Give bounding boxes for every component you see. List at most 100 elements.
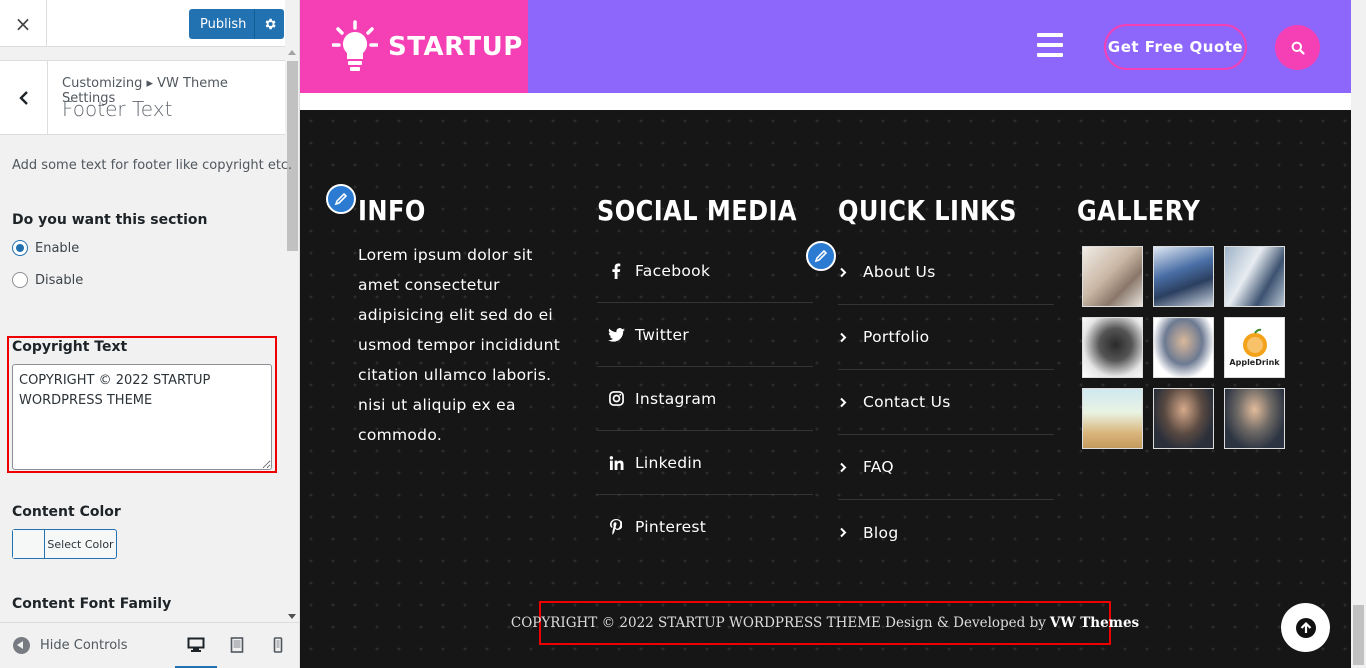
arrow-up-circle-icon: [1295, 617, 1316, 638]
customizer-footer: Hide Controls: [0, 622, 299, 668]
back-button[interactable]: [0, 61, 48, 134]
edit-shortcut-button[interactable]: [806, 241, 836, 271]
radio-enable-label: Enable: [35, 240, 80, 256]
gallery-thumb-appledrink[interactable]: AppleDrink: [1224, 317, 1285, 378]
info-title: INFO: [358, 194, 426, 227]
gallery-thumb-portrait[interactable]: [1082, 317, 1143, 378]
social-link-linkedin[interactable]: Linkedin: [597, 431, 813, 495]
quick-link-label: Portfolio: [863, 328, 930, 346]
copyright-text: COPYRIGHT © 2022 STARTUP WORDPRESS THEME…: [510, 615, 1046, 631]
font-family-label: Content Font Family: [12, 596, 172, 612]
quick-link-blog[interactable]: Blog: [838, 500, 1054, 565]
quick-link-contact-us[interactable]: Contact Us: [838, 370, 1054, 435]
publish-label: Publish: [200, 16, 247, 32]
section-header: Customizing ▸ VW Theme Settings Footer T…: [0, 60, 285, 135]
info-text: Lorem ipsum dolor sit amet consectetur a…: [358, 246, 561, 444]
show-section-label: Do you want this section: [12, 212, 208, 228]
get-free-quote-button[interactable]: Get Free Quote: [1104, 24, 1247, 70]
tablet-icon: [230, 637, 244, 653]
gallery-thumb-team[interactable]: [1153, 246, 1214, 307]
instagram-icon: [603, 391, 629, 406]
copyright-text-label: Copyright Text: [12, 339, 128, 355]
footer-copyright: COPYRIGHT © 2022 STARTUP WORDPRESS THEME…: [511, 601, 1139, 645]
content-color-label: Content Color: [12, 504, 121, 520]
customizer-sidebar: × Publish Customizing ▸ VW Theme Setting…: [0, 0, 300, 668]
social-label: Pinterest: [635, 518, 707, 536]
gallery-thumb-icecream[interactable]: [1082, 388, 1143, 449]
radio-disable-label: Disable: [35, 272, 84, 288]
chevron-left-icon: [18, 90, 28, 105]
social-media-title: SOCIAL MEDIA: [597, 194, 797, 227]
radio-disable[interactable]: Disable: [12, 272, 83, 288]
site-logo[interactable]: STARTUP: [300, 0, 528, 93]
quick-link-about-us[interactable]: About Us: [838, 240, 1054, 305]
radio-enable-circle[interactable]: [12, 240, 28, 256]
gallery-thumb-meeting[interactable]: [1082, 246, 1143, 307]
preview-scrollbar[interactable]: [1351, 0, 1366, 668]
social-label: Linkedin: [635, 453, 703, 472]
linkedin-icon: [603, 455, 629, 470]
sidebar-scroll-thumb[interactable]: [287, 61, 298, 251]
social-link-pinterest[interactable]: Pinterest: [597, 495, 813, 559]
social-label: Facebook: [635, 261, 711, 280]
social-label: Twitter: [635, 325, 690, 344]
radio-enable[interactable]: Enable: [12, 240, 79, 256]
chevron-right-icon: [839, 267, 847, 278]
quick-link-faq[interactable]: FAQ: [838, 435, 1054, 500]
social-link-facebook[interactable]: Facebook: [597, 239, 813, 303]
gear-icon[interactable]: [254, 9, 284, 39]
customizer-top-bar: × Publish: [0, 0, 285, 47]
site-preview: STARTUP Get Free Quote INFO Lorem ipsum …: [300, 0, 1351, 668]
appledrink-logo-text: AppleDrink: [1229, 358, 1280, 367]
social-link-twitter[interactable]: Twitter: [597, 303, 813, 367]
quick-link-label: About Us: [863, 263, 936, 281]
gallery-thumb-businessman[interactable]: [1153, 317, 1214, 378]
edit-shortcut-button[interactable]: [326, 184, 356, 214]
tablet-preview-button[interactable]: [227, 635, 247, 655]
quick-link-label: Blog: [863, 523, 899, 542]
select-color-button[interactable]: Select Color: [12, 529, 117, 559]
quick-links-title: QUICK LINKS: [838, 194, 1017, 227]
publish-button[interactable]: Publish: [189, 9, 284, 39]
quick-link-label: Contact Us: [863, 393, 951, 411]
scroll-up-arrow[interactable]: [288, 50, 296, 55]
hamburger-menu-button[interactable]: [1037, 33, 1063, 57]
desktop-icon: [187, 637, 205, 652]
quick-link-label: FAQ: [863, 458, 894, 476]
scroll-down-arrow[interactable]: [288, 614, 296, 619]
menu-bar: [1037, 43, 1063, 47]
social-link-instagram[interactable]: Instagram: [597, 367, 813, 431]
color-swatch: [13, 530, 45, 558]
radio-disable-circle[interactable]: [12, 272, 28, 288]
desktop-preview-button[interactable]: [186, 635, 206, 655]
select-color-label: Select Color: [47, 537, 114, 551]
gallery-thumb-handshake[interactable]: [1224, 246, 1285, 307]
mobile-preview-button[interactable]: [268, 635, 288, 655]
copyright-textarea[interactable]: COPYRIGHT © 2022 STARTUP WORDPRESS THEME: [12, 364, 272, 470]
site-footer: INFO Lorem ipsum dolor sit amet consecte…: [300, 110, 1351, 668]
chevron-right-icon: [839, 462, 847, 473]
gallery-thumb-smiling-man[interactable]: [1153, 388, 1214, 449]
close-customizer-button[interactable]: ×: [0, 0, 47, 47]
preview-scroll-thumb[interactable]: [1353, 605, 1364, 665]
back-to-top-button[interactable]: [1281, 603, 1330, 652]
pinterest-icon: [603, 519, 629, 535]
menu-bar: [1037, 53, 1063, 57]
hide-controls-button[interactable]: Hide Controls: [13, 637, 128, 654]
search-button[interactable]: [1275, 25, 1320, 70]
pencil-icon: [334, 192, 348, 206]
vw-themes-link[interactable]: VW Themes: [1050, 615, 1139, 631]
chevron-right-icon: [839, 397, 847, 408]
chevron-right-icon: [839, 527, 847, 538]
sidebar-scrollbar[interactable]: [285, 47, 299, 622]
section-description: Add some text for footer like copyright …: [12, 158, 293, 173]
quick-link-portfolio[interactable]: Portfolio: [838, 305, 1054, 370]
menu-bar: [1037, 33, 1063, 37]
logo-text: STARTUP: [388, 31, 523, 62]
section-title: Footer Text: [62, 97, 173, 121]
lightbulb-icon: [332, 19, 378, 71]
gallery-thumb-suit-man[interactable]: [1224, 388, 1285, 449]
social-label: Instagram: [635, 389, 717, 408]
search-icon: [1291, 41, 1305, 55]
twitter-icon: [603, 327, 629, 342]
